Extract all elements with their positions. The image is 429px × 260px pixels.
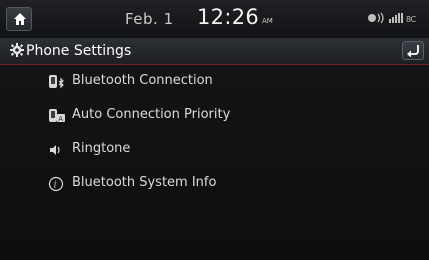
menu-item-label: Ringtone xyxy=(72,141,131,156)
bluetooth-signal-icon: 8C xyxy=(368,12,417,24)
info-icon: i xyxy=(48,176,64,192)
svg-text:A: A xyxy=(58,115,63,123)
phone-settings-screen: Feb. 1 12:26 AM 8C Phone Settings Blueto… xyxy=(0,0,429,260)
status-indicators-icon: 8C xyxy=(367,12,421,27)
clock-ampm: AM xyxy=(262,17,273,25)
page-title: Phone Settings xyxy=(26,43,132,59)
menu-item-bluetooth-system-info[interactable]: i Bluetooth System Info xyxy=(0,168,429,202)
gear-icon xyxy=(10,43,24,57)
back-arrow-icon xyxy=(407,45,419,57)
menu-item-label: Bluetooth Connection xyxy=(72,73,213,88)
menu-item-label: Auto Connection Priority xyxy=(72,107,231,122)
title-bar: Phone Settings xyxy=(0,38,429,65)
auto-connection-icon: A xyxy=(49,109,65,123)
date-display: Feb. 1 xyxy=(125,10,174,28)
back-button[interactable] xyxy=(402,41,424,60)
home-button[interactable] xyxy=(6,7,32,31)
menu-item-label: Bluetooth System Info xyxy=(72,175,217,190)
clock-time: 12:26 xyxy=(197,5,260,29)
home-icon xyxy=(14,13,26,25)
menu-item-ringtone[interactable]: Ringtone xyxy=(0,134,429,168)
svg-text:8C: 8C xyxy=(406,15,417,24)
speaker-icon xyxy=(50,145,60,155)
menu-item-auto-connection-priority[interactable]: A Auto Connection Priority xyxy=(0,100,429,134)
bluetooth-phone-icon xyxy=(49,75,64,89)
menu-item-bluetooth-connection[interactable]: Bluetooth Connection xyxy=(0,66,429,100)
settings-menu-list: Bluetooth Connection A Auto Connection P… xyxy=(0,66,429,202)
status-bar: Feb. 1 12:26 AM 8C xyxy=(0,0,429,38)
svg-text:i: i xyxy=(54,181,57,191)
